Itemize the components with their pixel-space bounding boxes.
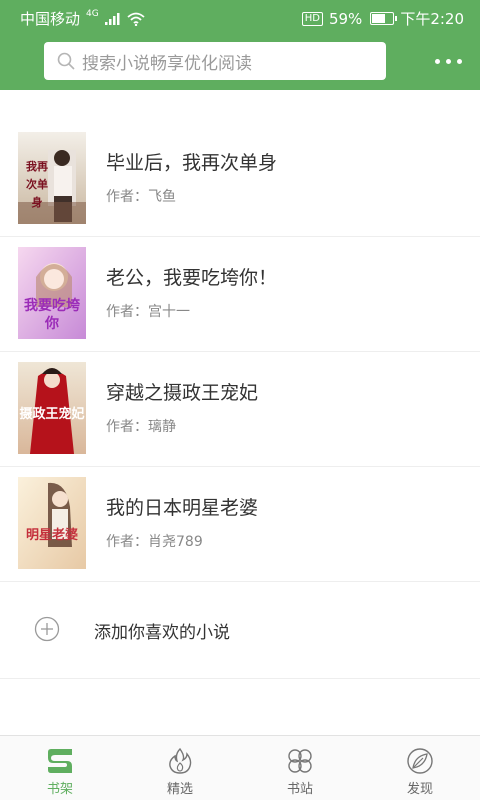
clock: 下午2:20 bbox=[400, 10, 464, 28]
book-title: 老公，我要吃垮你！ bbox=[106, 267, 278, 289]
signal-icon bbox=[104, 12, 120, 25]
tab-featured[interactable]: 精选 bbox=[120, 736, 240, 800]
book-item[interactable]: 我要吃垮你 老公，我要吃垮你！ 作者：宫十一 bbox=[0, 237, 480, 352]
search-placeholder: 搜索小说畅享优化阅读 bbox=[82, 53, 252, 74]
wifi-icon bbox=[127, 12, 145, 26]
cover-title: 明星老婆 bbox=[25, 528, 78, 543]
bookshelf-icon bbox=[48, 749, 72, 773]
cover-title: 我再次单身 bbox=[26, 160, 48, 209]
book-author: 作者：璃静 bbox=[106, 419, 176, 435]
book-title: 穿越之摄政王宠妃 bbox=[106, 382, 259, 404]
battery-percent: 59% bbox=[328, 9, 363, 28]
network-type: 4G bbox=[86, 8, 99, 19]
app-header: 搜索小说畅享优化阅读 bbox=[0, 34, 480, 90]
tab-bookstore[interactable]: 书站 bbox=[240, 736, 360, 800]
tab-discover[interactable]: 发现 bbox=[360, 736, 480, 800]
hd-badge: HD bbox=[301, 11, 323, 26]
add-novel-row[interactable]: 添加你喜欢的小说 bbox=[0, 580, 480, 679]
cover-title: 摄政王宠妃 bbox=[19, 407, 85, 422]
bookshelf-list: 我再次单身 毕业后，我再次单身 作者：飞鱼 我要吃垮你 老公，我要吃垮你！ 作者… bbox=[0, 122, 480, 582]
book-cover[interactable]: 我要吃垮你 bbox=[18, 247, 86, 339]
tab-bookshelf[interactable]: 书架 bbox=[0, 736, 120, 800]
search-icon bbox=[57, 52, 75, 70]
leaf-icon bbox=[407, 748, 433, 774]
book-title: 毕业后，我再次单身 bbox=[106, 152, 278, 174]
tab-label: 书站 bbox=[286, 782, 313, 797]
book-cover[interactable]: 我再次单身 bbox=[18, 132, 86, 224]
book-author: 作者：宫十一 bbox=[106, 304, 190, 320]
book-item[interactable]: 摄政王宠妃 穿越之摄政王宠妃 作者：璃静 bbox=[0, 352, 480, 467]
tab-label: 发现 bbox=[406, 782, 433, 797]
search-input[interactable]: 搜索小说畅享优化阅读 bbox=[44, 42, 386, 80]
book-cover[interactable]: 摄政王宠妃 bbox=[18, 362, 86, 454]
carrier-name: 中国移动 bbox=[20, 10, 81, 28]
book-author: 作者：肖尧789 bbox=[106, 534, 203, 550]
more-options-icon[interactable] bbox=[435, 59, 462, 64]
app-screen: 中国移动 4G HD 59% 下午2:20 搜索小说畅享优化阅读 我再次单身 毕… bbox=[0, 0, 480, 800]
book-cover[interactable]: 明星老婆 bbox=[18, 477, 86, 569]
book-title: 我的日本明星老婆 bbox=[106, 497, 259, 519]
status-bar: 中国移动 4G HD 59% 下午2:20 bbox=[0, 0, 480, 34]
add-circle-icon bbox=[34, 616, 60, 642]
battery-icon bbox=[370, 12, 398, 25]
status-left: 中国移动 4G bbox=[20, 8, 145, 29]
tab-label: 精选 bbox=[166, 782, 193, 797]
clover-icon bbox=[288, 749, 312, 773]
battery-fill bbox=[372, 14, 386, 23]
book-item[interactable]: 明星老婆 我的日本明星老婆 作者：肖尧789 bbox=[0, 467, 480, 582]
add-novel-label: 添加你喜欢的小说 bbox=[94, 623, 230, 643]
bottom-nav: 书架 精选 书站 发现 bbox=[0, 735, 480, 800]
book-item[interactable]: 我再次单身 毕业后，我再次单身 作者：飞鱼 bbox=[0, 122, 480, 237]
book-author: 作者：飞鱼 bbox=[106, 189, 176, 205]
tab-label: 书架 bbox=[46, 782, 73, 797]
status-right: HD 59% 下午2:20 bbox=[301, 8, 464, 29]
cover-title: 我要吃垮你 bbox=[24, 298, 80, 332]
flame-icon bbox=[169, 747, 192, 774]
